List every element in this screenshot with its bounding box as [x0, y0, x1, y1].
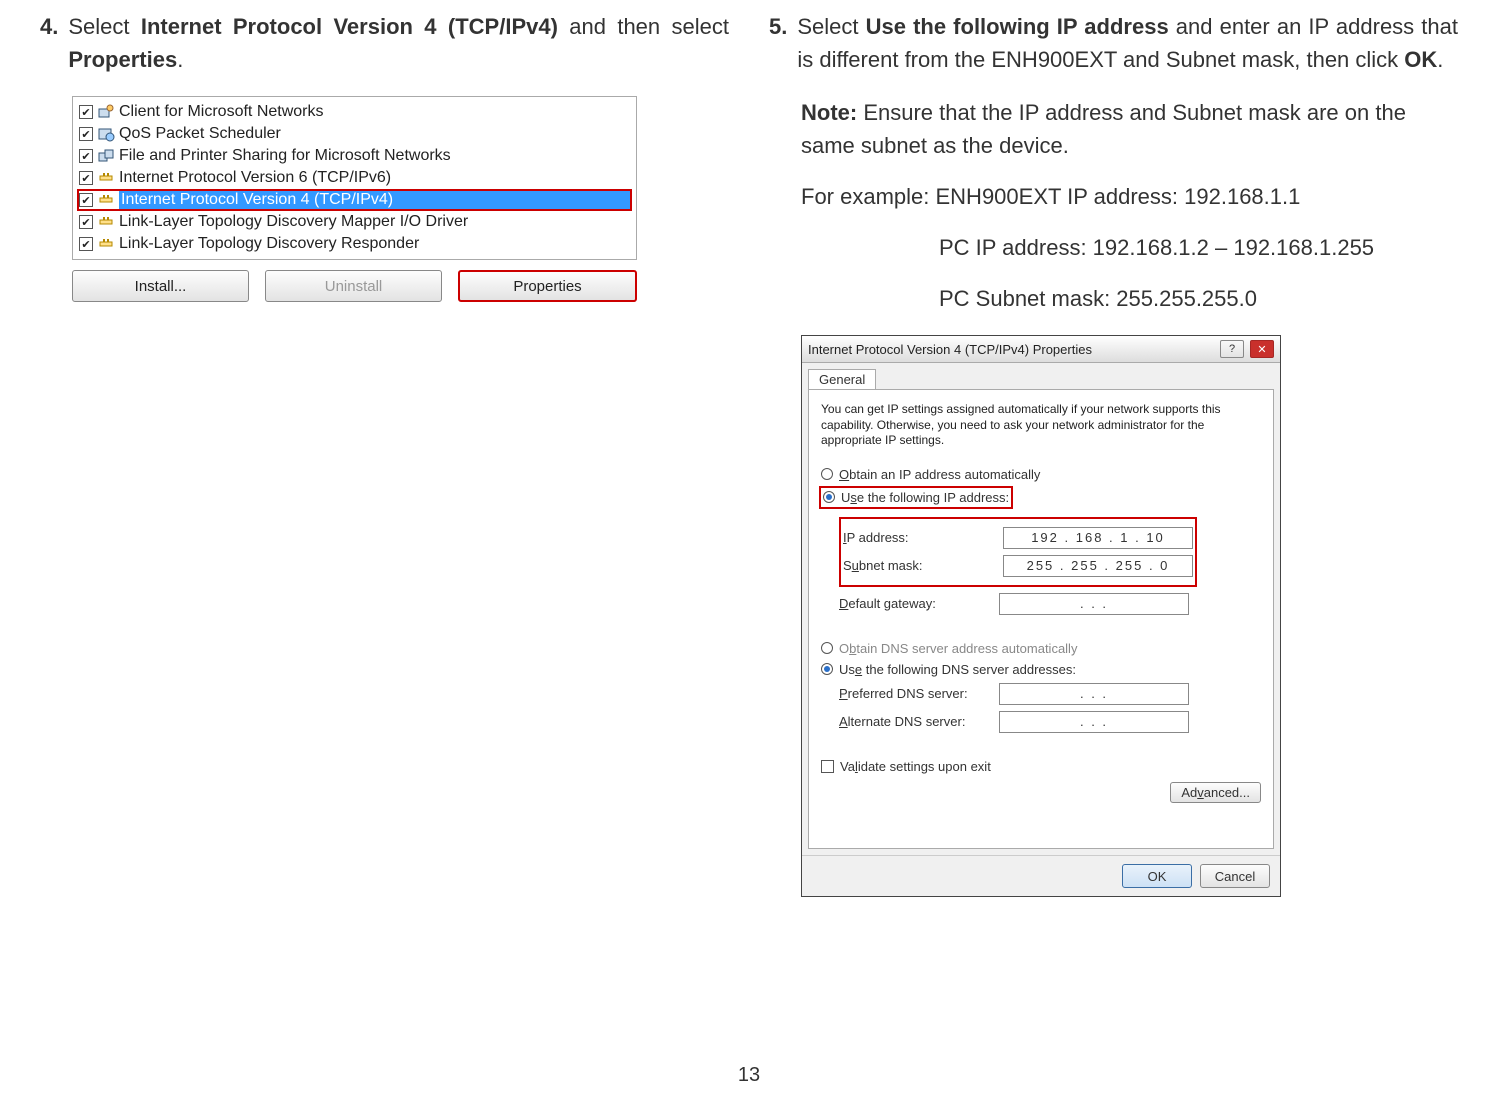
list-item[interactable]: Internet Protocol Version 6 (TCP/IPv6)	[77, 167, 632, 189]
list-item-label: QoS Packet Scheduler	[119, 125, 630, 143]
step-4: 4. Select Internet Protocol Version 4 (T…	[40, 10, 729, 76]
radio-obtain-dns	[821, 642, 833, 654]
example-line: For example: ENH900EXT IP address: 192.1…	[801, 180, 1458, 213]
radio-use-dns-label: Use the following DNS server addresses:	[839, 662, 1076, 677]
radio-obtain-ip-row[interactable]: Obtain an IP address automatically	[821, 467, 1261, 482]
alternate-dns-label: Alternate DNS server:	[839, 714, 999, 729]
pc-subnet-line: PC Subnet mask: 255.255.255.0	[939, 282, 1458, 315]
list-item[interactable]: Internet Protocol Version 4 (TCP/IPv4)	[77, 189, 632, 211]
ok-button[interactable]: OK	[1122, 864, 1192, 888]
tab-strip: General	[802, 363, 1280, 389]
preferred-dns-input[interactable]: . . .	[999, 683, 1189, 705]
ip-address-input[interactable]: 192 . 168 . 1 . 10	[1003, 527, 1193, 549]
tab-general[interactable]: General	[808, 369, 876, 389]
properties-button[interactable]: Properties	[458, 270, 637, 302]
dns-radio-group: Obtain DNS server address automatically …	[821, 637, 1261, 743]
list-item-checkbox[interactable]	[79, 171, 93, 185]
radio-obtain-ip[interactable]	[821, 468, 833, 480]
dialog-footer: OK Cancel	[802, 855, 1280, 896]
list-item-label: Internet Protocol Version 4 (TCP/IPv4)	[119, 191, 630, 209]
proto-icon	[97, 169, 115, 187]
list-item-label: Internet Protocol Version 6 (TCP/IPv6)	[119, 169, 630, 187]
proto-icon	[97, 191, 115, 209]
dialog-description: You can get IP settings assigned automat…	[821, 402, 1261, 449]
proto-icon	[97, 213, 115, 231]
install-button[interactable]: Install...	[72, 270, 249, 302]
radio-use-ip-label: Use the following IP address:	[841, 490, 1009, 505]
list-item-checkbox[interactable]	[79, 215, 93, 229]
advanced-button[interactable]: Advanced...	[1170, 782, 1261, 803]
list-item-checkbox[interactable]	[79, 237, 93, 251]
list-item[interactable]: QoS Packet Scheduler	[77, 123, 632, 145]
proto-icon	[97, 235, 115, 253]
list-item-label: File and Printer Sharing for Microsoft N…	[119, 147, 630, 165]
preferred-dns-label: Preferred DNS server:	[839, 686, 999, 701]
list-item-label: Link-Layer Topology Discovery Mapper I/O…	[119, 213, 630, 231]
network-components-listbox[interactable]: Client for Microsoft Networks QoS Packet …	[72, 96, 637, 260]
alternate-dns-input[interactable]: . . .	[999, 711, 1189, 733]
list-item-label: Link-Layer Topology Discovery Responder	[119, 235, 630, 253]
ip-address-label: IP address:	[843, 530, 1003, 545]
close-button[interactable]: ✕	[1250, 340, 1274, 358]
dialog-titlebar[interactable]: Internet Protocol Version 4 (TCP/IPv4) P…	[802, 336, 1280, 363]
step-4-number: 4.	[40, 10, 58, 76]
page-number: 13	[738, 1064, 760, 1087]
list-item[interactable]: Client for Microsoft Networks	[77, 101, 632, 123]
radio-use-ip-row[interactable]: Use the following IP address:	[821, 488, 1011, 507]
tab-panel-general: You can get IP settings assigned automat…	[808, 389, 1274, 849]
pc-ip-line: PC IP address: 192.168.1.2 – 192.168.1.2…	[939, 231, 1458, 264]
list-item-checkbox[interactable]	[79, 105, 93, 119]
note-block: Note: Ensure that the IP address and Sub…	[801, 96, 1458, 162]
dialog-title: Internet Protocol Version 4 (TCP/IPv4) P…	[808, 342, 1214, 357]
help-button[interactable]: ?	[1220, 340, 1244, 358]
list-item-checkbox[interactable]	[79, 193, 93, 207]
fps-icon	[97, 147, 115, 165]
cancel-button[interactable]: Cancel	[1200, 864, 1270, 888]
left-column: 4. Select Internet Protocol Version 4 (T…	[40, 10, 729, 897]
list-item-label: Client for Microsoft Networks	[119, 103, 630, 121]
ip-radio-group: Obtain an IP address automatically Use t…	[821, 463, 1261, 625]
radio-obtain-ip-label: Obtain an IP address automatically	[839, 467, 1040, 482]
validate-checkbox[interactable]	[821, 760, 834, 773]
subnet-mask-label: Subnet mask:	[843, 558, 1003, 573]
default-gateway-label: Default gateway:	[839, 596, 999, 611]
list-item[interactable]: Link-Layer Topology Discovery Responder	[77, 233, 632, 255]
radio-obtain-dns-label: Obtain DNS server address automatically	[839, 641, 1077, 656]
default-gateway-input[interactable]: . . .	[999, 593, 1189, 615]
step-5-text: Select Use the following IP address and …	[797, 10, 1458, 76]
radio-use-ip[interactable]	[823, 491, 835, 503]
step-5: 5. Select Use the following IP address a…	[769, 10, 1458, 76]
list-item-checkbox[interactable]	[79, 149, 93, 163]
right-column: 5. Select Use the following IP address a…	[769, 10, 1458, 897]
list-item[interactable]: File and Printer Sharing for Microsoft N…	[77, 145, 632, 167]
list-item-checkbox[interactable]	[79, 127, 93, 141]
qos-icon	[97, 125, 115, 143]
step-5-number: 5.	[769, 10, 787, 76]
step-4-text: Select Internet Protocol Version 4 (TCP/…	[68, 10, 729, 76]
list-item[interactable]: Link-Layer Topology Discovery Mapper I/O…	[77, 211, 632, 233]
listbox-button-row: Install... Uninstall Properties	[72, 270, 637, 302]
client-icon	[97, 103, 115, 121]
validate-row[interactable]: Validate settings upon exit	[821, 759, 1261, 774]
radio-use-dns[interactable]	[821, 663, 833, 675]
radio-obtain-dns-row: Obtain DNS server address automatically	[821, 641, 1261, 656]
uninstall-button[interactable]: Uninstall	[265, 270, 442, 302]
radio-use-dns-row[interactable]: Use the following DNS server addresses:	[821, 662, 1261, 677]
ipv4-properties-dialog: Internet Protocol Version 4 (TCP/IPv4) P…	[801, 335, 1281, 897]
validate-label: Validate settings upon exit	[840, 759, 991, 774]
subnet-mask-input[interactable]: 255 . 255 . 255 . 0	[1003, 555, 1193, 577]
